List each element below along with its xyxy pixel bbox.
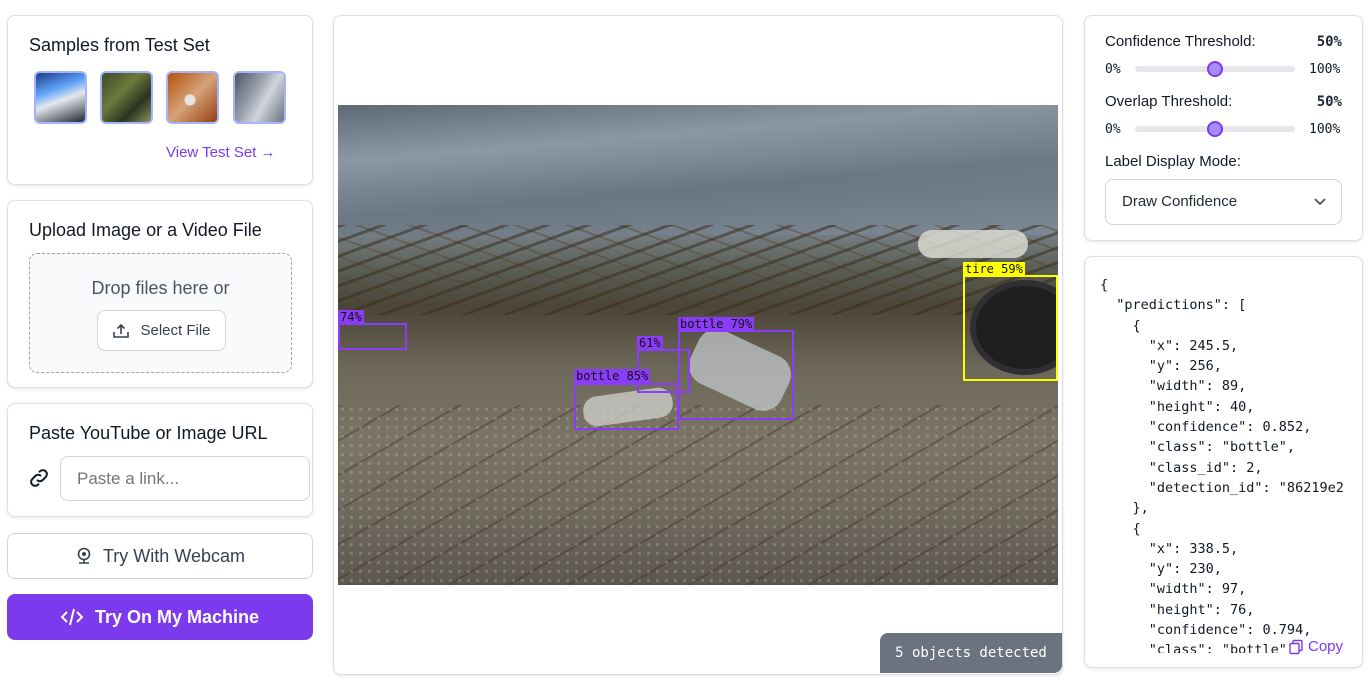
try-webcam-label: Try With Webcam (102, 545, 245, 566)
bottle-shape-3 (918, 230, 1028, 258)
objects-detected-status: 5 objects detected (880, 633, 1062, 673)
copy-button[interactable]: Copy (1285, 638, 1344, 655)
json-output: { "predictions": [ { "x": 245.5, "y": 25… (1100, 277, 1344, 653)
sample-thumbnail-1[interactable] (34, 71, 87, 124)
overlap-threshold-value: 50% (1316, 94, 1342, 110)
view-test-set-link[interactable]: View Test Set → (166, 144, 276, 161)
copy-icon (1289, 639, 1303, 654)
pebbles-area (338, 405, 1058, 585)
detection-label-1: 74% (338, 310, 364, 324)
detection-box-4 (574, 383, 679, 430)
samples-title: Samples from Test Set (29, 35, 210, 55)
detection-box-5 (963, 275, 1058, 381)
drop-zone[interactable]: Drop files here or Select File (29, 253, 292, 373)
paste-url-card: Paste YouTube or Image URL (7, 403, 313, 517)
label-display-mode-select[interactable]: Draw Confidence (1105, 179, 1342, 225)
sample-thumbnail-4[interactable] (233, 71, 286, 124)
detection-label-4: bottle 85% (574, 369, 651, 383)
water-area (338, 105, 1058, 235)
upload-card: Upload Image or a Video File Drop files … (7, 200, 313, 388)
sample-thumbnail-3[interactable] (166, 71, 219, 124)
overlap-threshold-label: Overlap Threshold: (1105, 93, 1233, 110)
overlap-slider-thumb[interactable] (1207, 121, 1223, 137)
detection-label-3: bottle 79% (678, 317, 755, 331)
webcam-icon (77, 547, 91, 564)
copy-label: Copy (1308, 638, 1344, 655)
link-icon (30, 469, 48, 487)
drop-text: Drop files here or (91, 278, 230, 298)
confidence-slider-thumb[interactable] (1207, 61, 1223, 77)
paste-link-input[interactable] (60, 456, 310, 501)
select-file-label: Select File (140, 322, 211, 339)
json-output-card: { "predictions": [ { "x": 245.5, "y": 25… (1084, 256, 1363, 668)
confidence-threshold-label: Confidence Threshold: (1105, 33, 1256, 50)
label-display-mode-value: Draw Confidence (1122, 193, 1238, 210)
code-icon (60, 608, 83, 626)
overlap-min-label: 0% (1105, 122, 1121, 137)
try-webcam-button[interactable]: Try With Webcam (7, 533, 313, 579)
confidence-threshold-value: 50% (1316, 34, 1342, 50)
try-on-machine-button[interactable]: Try On My Machine (7, 594, 313, 640)
detection-box-3 (678, 330, 794, 420)
detection-label-2: 61% (637, 336, 663, 350)
upload-title: Upload Image or a Video File (29, 220, 262, 240)
try-on-machine-label: Try On My Machine (94, 606, 260, 627)
detection-label-5: tire 59% (963, 262, 1025, 276)
paste-url-title: Paste YouTube or Image URL (29, 423, 268, 443)
upload-icon (113, 323, 130, 338)
select-file-button[interactable]: Select File (97, 310, 226, 351)
sample-thumbnail-2[interactable] (100, 71, 153, 124)
detection-box-1 (338, 323, 407, 350)
chevron-down-icon (1314, 198, 1326, 206)
confidence-min-label: 0% (1105, 62, 1121, 77)
overlap-max-label: 100% (1309, 122, 1341, 137)
confidence-max-label: 100% (1309, 62, 1341, 77)
label-display-mode-label: Label Display Mode: (1105, 153, 1241, 170)
